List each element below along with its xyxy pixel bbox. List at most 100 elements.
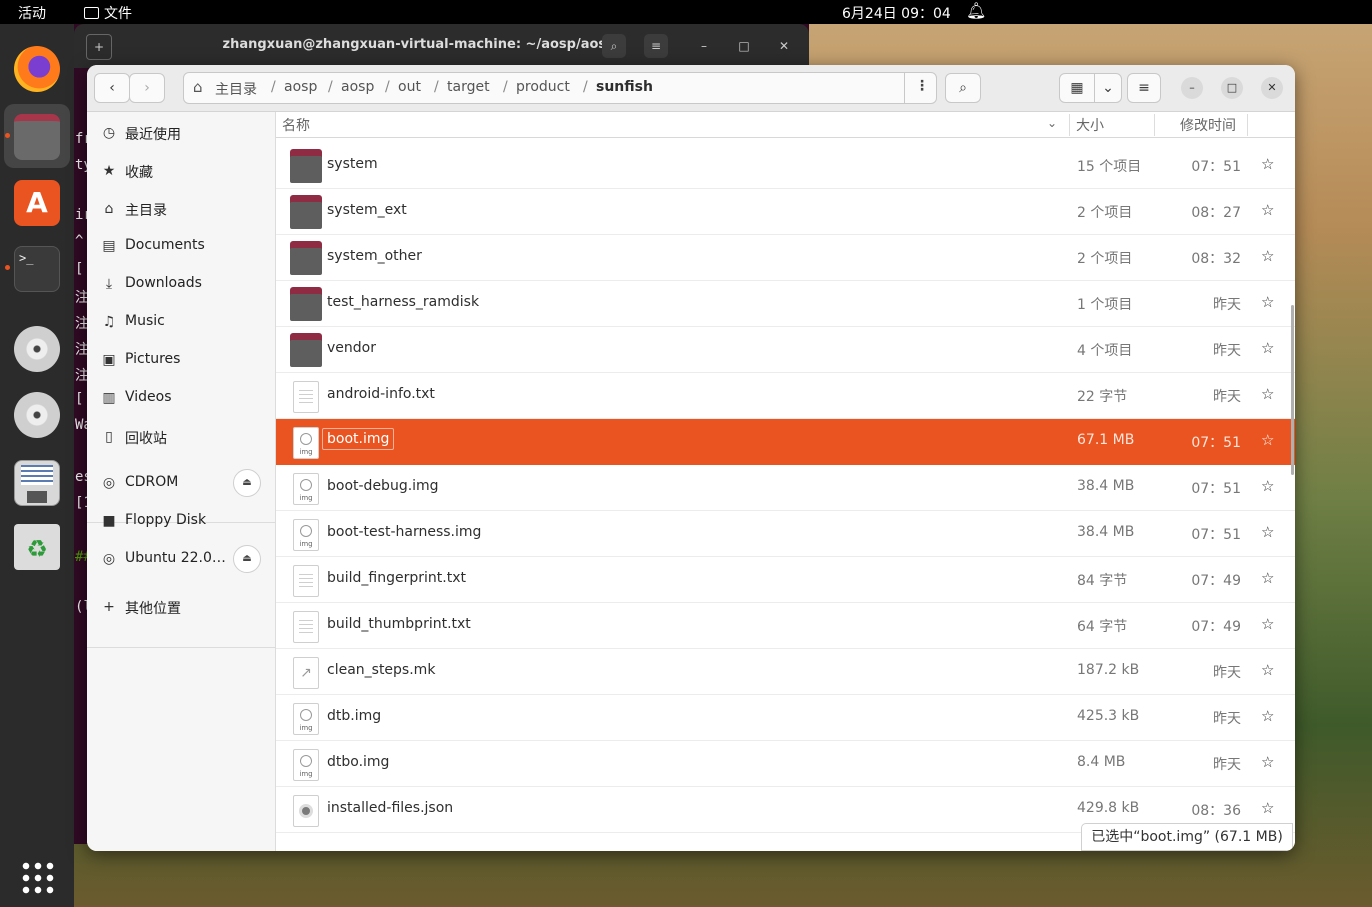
main-menu-icon[interactable]: ≡ <box>1127 73 1161 103</box>
search-icon[interactable]: ⌕ <box>602 34 626 58</box>
activities-button[interactable]: 活动 <box>18 3 46 23</box>
sidebar-item[interactable]: ◎ CDROM ⏏ <box>87 466 275 500</box>
sidebar-item[interactable]: ♫ Music <box>87 305 275 339</box>
document-icon: ▤ <box>102 238 116 254</box>
files-icon[interactable] <box>14 114 60 160</box>
file-list: 名称 ⌄ 大小 修改时间 system 15 个项目 07：51 ☆ system_ex… <box>276 112 1295 851</box>
path-menu-icon[interactable]: ⋮ <box>915 78 929 94</box>
file-row[interactable]: android-info.txt 22 字节 昨天 ☆ <box>276 373 1295 419</box>
star-icon[interactable]: ☆ <box>1261 339 1274 357</box>
file-row[interactable]: img dtb.img 425.3 kB 昨天 ☆ <box>276 695 1295 741</box>
file-modified: 07：49 <box>1191 619 1241 635</box>
breadcrumb-item[interactable]: 主目录 <box>215 79 257 99</box>
file-row[interactable]: img boot.img 67.1 MB 07：51 ☆ <box>276 419 1295 465</box>
file-size: 38.4 MB <box>1077 478 1135 494</box>
back-button[interactable]: ‹ <box>94 73 130 103</box>
file-modified: 昨天 <box>1213 757 1241 773</box>
breadcrumb-item[interactable]: target <box>447 79 490 95</box>
sort-chevron-down-icon[interactable]: ⌄ <box>1047 116 1057 130</box>
terminal-icon[interactable]: >_ <box>14 246 60 292</box>
sidebar-item[interactable]: ■ Floppy Disk <box>87 504 275 538</box>
close-icon[interactable]: ✕ <box>772 34 796 58</box>
sidebar-item[interactable]: ▥ Videos <box>87 381 275 415</box>
sidebar-item[interactable]: ▣ Pictures <box>87 343 275 377</box>
star-icon[interactable]: ☆ <box>1261 247 1274 265</box>
grid-view-icon[interactable]: ▦ <box>1059 73 1095 103</box>
file-row[interactable]: ↗ clean_steps.mk 187.2 kB 昨天 ☆ <box>276 649 1295 695</box>
eject-icon[interactable]: ⏏ <box>233 469 261 497</box>
disc-icon[interactable] <box>14 392 60 438</box>
minimize-icon[interactable]: – <box>692 34 716 58</box>
column-modified[interactable]: 修改时间 <box>1180 115 1236 135</box>
file-row[interactable]: build_thumbprint.txt 64 字节 07：49 ☆ <box>276 603 1295 649</box>
view-options-chevron-down-icon[interactable]: ⌄ <box>1094 73 1122 103</box>
maximize-icon[interactable]: □ <box>1221 77 1243 99</box>
forward-button[interactable]: › <box>129 73 165 103</box>
app-menu[interactable]: 文件 <box>84 3 132 23</box>
file-modified: 07：51 <box>1191 481 1241 497</box>
file-row[interactable]: img dtbo.img 8.4 MB 昨天 ☆ <box>276 741 1295 787</box>
star-icon[interactable]: ☆ <box>1261 293 1274 311</box>
file-name: boot-debug.img <box>327 478 439 494</box>
star-icon[interactable]: ☆ <box>1261 155 1274 173</box>
cdrom-icon[interactable] <box>14 326 60 372</box>
sidebar-item[interactable]: ▯ 回收站 <box>87 420 275 454</box>
file-row[interactable]: system_ext 2 个项目 08：27 ☆ <box>276 189 1295 235</box>
software-icon[interactable]: A <box>14 180 60 226</box>
notification-bell-icon[interactable]: 🔔︎ <box>966 1 986 20</box>
clock[interactable]: 6月24日 09：04 <box>842 3 951 23</box>
star-icon[interactable]: ☆ <box>1261 615 1274 633</box>
new-tab-icon[interactable]: + <box>86 34 112 60</box>
sidebar-item[interactable]: ★ 收藏 <box>87 154 275 188</box>
file-row[interactable]: test_harness_ramdisk 1 个项目 昨天 ☆ <box>276 281 1295 327</box>
sidebar-item[interactable]: ⌂ 主目录 <box>87 192 275 226</box>
breadcrumb-item[interactable]: product <box>516 79 570 95</box>
star-icon[interactable]: ☆ <box>1261 431 1274 449</box>
show-apps-icon[interactable] <box>20 860 54 894</box>
file-size: 15 个项目 <box>1077 159 1142 175</box>
disc-icon: ◎ <box>102 475 116 491</box>
sidebar-item[interactable]: ⤓ Downloads <box>87 267 275 301</box>
terminal-line: ^ <box>75 233 84 249</box>
star-icon[interactable]: ☆ <box>1261 661 1274 679</box>
star-icon[interactable]: ☆ <box>1261 477 1274 495</box>
maximize-icon[interactable]: □ <box>732 34 756 58</box>
file-name: boot.img <box>322 428 395 450</box>
file-row[interactable]: build_fingerprint.txt 84 字节 07：49 ☆ <box>276 557 1295 603</box>
star-icon[interactable]: ☆ <box>1261 753 1274 771</box>
file-row[interactable]: system_other 2 个项目 08：32 ☆ <box>276 235 1295 281</box>
star-icon[interactable]: ☆ <box>1261 707 1274 725</box>
sidebar-item[interactable]: + 其他位置 <box>87 590 275 624</box>
breadcrumb-item[interactable]: out <box>398 79 421 95</box>
star-icon[interactable]: ☆ <box>1261 569 1274 587</box>
image-label: img <box>299 540 313 548</box>
disc-glyph <box>300 525 312 537</box>
scrollbar[interactable] <box>1291 305 1294 475</box>
close-icon[interactable]: ✕ <box>1261 77 1283 99</box>
file-row[interactable]: img boot-debug.img 38.4 MB 07：51 ☆ <box>276 465 1295 511</box>
image-label: img <box>299 770 313 778</box>
file-row[interactable]: system 15 个项目 07：51 ☆ <box>276 143 1295 189</box>
breadcrumb-item[interactable]: aosp <box>284 79 317 95</box>
clock-icon: ◷ <box>102 125 116 141</box>
search-button[interactable]: ⌕ <box>945 73 981 103</box>
star-icon[interactable]: ☆ <box>1261 523 1274 541</box>
firefox-icon[interactable] <box>14 46 60 92</box>
sidebar-item[interactable]: ▤ Documents <box>87 229 275 263</box>
star-icon[interactable]: ☆ <box>1261 385 1274 403</box>
sidebar-item[interactable]: ◷ 最近使用 <box>87 116 275 150</box>
floppy-icon[interactable] <box>14 460 60 506</box>
minimize-icon[interactable]: – <box>1181 77 1203 99</box>
breadcrumb-item[interactable]: aosp <box>341 79 374 95</box>
eject-icon[interactable]: ⏏ <box>233 545 261 573</box>
file-row[interactable]: vendor 4 个项目 昨天 ☆ <box>276 327 1295 373</box>
file-row[interactable]: img boot-test-harness.img 38.4 MB 07：51 ☆ <box>276 511 1295 557</box>
trash-icon[interactable]: ♻ <box>14 524 60 570</box>
column-size[interactable]: 大小 <box>1076 115 1104 135</box>
sidebar-item[interactable]: ◎ Ubuntu 22.0… ⏏ <box>87 542 275 576</box>
star-icon[interactable]: ☆ <box>1261 201 1274 219</box>
menu-icon[interactable]: ≡ <box>644 34 668 58</box>
column-name[interactable]: 名称 <box>282 115 310 135</box>
breadcrumb-item[interactable]: sunfish <box>596 79 653 95</box>
star-icon[interactable]: ☆ <box>1261 799 1274 817</box>
